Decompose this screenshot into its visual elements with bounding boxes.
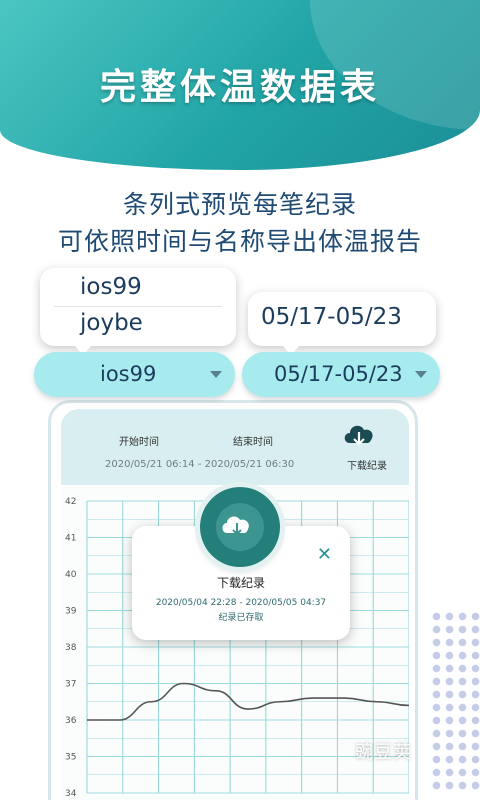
- promo-subtitle-line2: 可依照时间与名称导出体温报告: [57, 227, 422, 256]
- chevron-down-icon: [210, 371, 222, 378]
- date-option[interactable]: 05/17-05/23: [261, 304, 402, 330]
- date-dropdown[interactable]: 05/17-05/23: [242, 352, 440, 397]
- y-tick-label: 37: [65, 680, 76, 690]
- dialog-range: 2020/05/04 22:28 - 2020/05/05 04:37: [155, 598, 327, 608]
- y-tick-label: 39: [65, 607, 77, 617]
- name-options-card: ios99 joybe: [40, 268, 236, 355]
- promo-subtitle-line1: 条列式预览每笔纪录: [122, 190, 357, 219]
- y-tick-label: 38: [65, 643, 77, 653]
- dialog-cloud-badge: [200, 487, 280, 567]
- watermark: 豌豆荚: [355, 742, 412, 763]
- y-tick-label: 41: [65, 534, 76, 544]
- dialog-status: 纪录已存取: [218, 613, 264, 623]
- name-option[interactable]: ios99: [80, 274, 142, 300]
- close-icon[interactable]: ✕: [317, 546, 332, 564]
- option-divider: [54, 306, 222, 307]
- y-tick-label: 40: [65, 570, 77, 580]
- date-options-card: 05/17-05/23: [248, 292, 436, 355]
- name-option[interactable]: joybe: [80, 310, 143, 336]
- record-range: 2020/05/21 06:14 - 2020/05/21 06:30: [105, 459, 295, 470]
- cloud-download-icon[interactable]: [341, 419, 377, 449]
- name-dropdown-value: ios99: [100, 362, 157, 386]
- y-tick-label: 36: [65, 716, 77, 726]
- cloud-download-icon: [216, 503, 264, 551]
- name-dropdown[interactable]: ios99: [34, 352, 235, 397]
- y-tick-label: 34: [65, 789, 77, 799]
- record-header: 开始时间 结束时间 2020/05/21 06:14 - 2020/05/21 …: [61, 409, 409, 485]
- end-time-label: 结束时间: [233, 437, 273, 448]
- download-records-button[interactable]: 下载纪录: [347, 457, 387, 472]
- y-tick-label: 35: [65, 753, 76, 763]
- chevron-down-icon: [415, 371, 427, 378]
- date-dropdown-value: 05/17-05/23: [274, 362, 403, 386]
- promo-headline: 完整体温数据表: [99, 67, 380, 108]
- y-tick-label: 42: [65, 497, 76, 507]
- decorative-dot-pattern: [430, 610, 480, 790]
- dialog-title: 下载纪录: [216, 576, 265, 590]
- start-time-label: 开始时间: [119, 437, 159, 448]
